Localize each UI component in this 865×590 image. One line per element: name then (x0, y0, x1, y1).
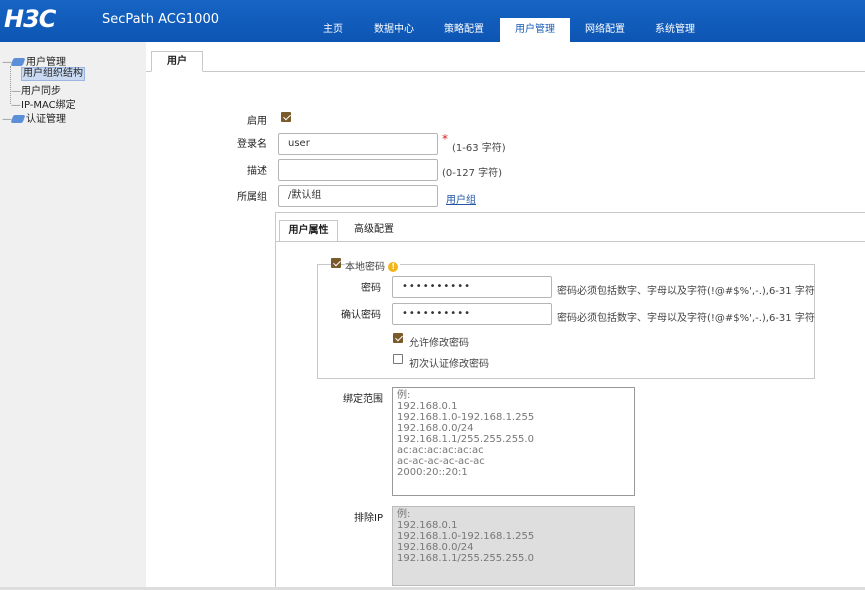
group-label: 所属组 (237, 192, 267, 203)
sidebar-item-ip-mac[interactable]: —IP-MAC绑定 (11, 96, 76, 111)
enable-label: 启用 (247, 116, 267, 127)
confirm-password-input[interactable]: •••••••••• (392, 303, 552, 325)
subtab-line (276, 241, 865, 242)
first-auth-change-label: 初次认证修改密码 (409, 359, 489, 370)
confirm-password-label: 确认密码 (341, 310, 381, 321)
sidebar-item-user-org[interactable]: 用户组织结构 (21, 67, 85, 81)
password-label: 密码 (361, 283, 381, 294)
nav-network-config[interactable]: 网络配置 (575, 18, 635, 42)
description-label: 描述 (247, 166, 267, 177)
sidebar-item-user-sync[interactable]: —用户同步 (11, 82, 61, 97)
tab-strip-line (146, 71, 865, 72)
description-input[interactable] (278, 159, 438, 181)
user-attributes-panel: 用户属性 高级配置 本地密码 ! 密码 •••••••••• 密码必须包括数字、… (275, 212, 865, 590)
first-auth-change-checkbox[interactable] (393, 354, 403, 364)
tab-user[interactable]: 用户 (151, 51, 203, 72)
password-input[interactable]: •••••••••• (392, 276, 552, 298)
exclude-ip-textarea[interactable]: 例: 192.168.0.1 192.168.1.0-192.168.1.255… (392, 506, 635, 586)
product-name: SecPath ACG1000 (102, 12, 219, 27)
bind-range-label: 绑定范围 (343, 394, 383, 405)
sidebar-group-user-management[interactable]: — 用户管理 (2, 53, 66, 68)
exclude-ip-label: 排除IP (354, 513, 383, 524)
login-name-hint: (1-63 字符) (452, 143, 506, 154)
subtab-user-attributes[interactable]: 用户属性 (279, 220, 338, 242)
nav-data-center[interactable]: 数据中心 (365, 18, 423, 42)
folder-icon (10, 115, 26, 123)
subtab-advanced-config[interactable]: 高级配置 (338, 220, 410, 242)
confirm-password-hint: 密码必须包括数字、字母以及字符(!@#$%',-.),6-31 字符 (557, 313, 815, 324)
sidebar-group-auth-management[interactable]: — 认证管理 (2, 110, 66, 125)
folder-icon (10, 58, 26, 66)
top-header: H3C SecPath ACG1000 主页 数据中心 策略配置 用户管理 网络… (0, 0, 865, 42)
user-group-link[interactable]: 用户组 (446, 191, 476, 206)
info-icon: ! (388, 262, 399, 272)
sidebar: — 用户管理 用户组织结构 —用户同步 —IP-MAC绑定 — 认证管理 (0, 42, 146, 590)
nav-system-management[interactable]: 系统管理 (645, 18, 705, 42)
login-name-label: 登录名 (237, 139, 267, 150)
allow-change-password-label: 允许修改密码 (409, 338, 469, 349)
tree-connector (10, 66, 11, 104)
login-name-input[interactable]: user (278, 133, 438, 155)
required-asterisk: * (442, 132, 448, 146)
local-password-checkbox[interactable] (331, 258, 341, 268)
nav-user-management[interactable]: 用户管理 (500, 18, 570, 42)
allow-change-password-checkbox[interactable] (393, 333, 403, 343)
enable-checkbox[interactable] (281, 112, 291, 122)
local-password-label: 本地密码 ! (345, 258, 401, 273)
bind-range-textarea[interactable]: 例: 192.168.0.1 192.168.1.0-192.168.1.255… (392, 387, 635, 496)
nav-home[interactable]: 主页 (308, 18, 358, 42)
nav-policy-config[interactable]: 策略配置 (435, 18, 493, 42)
main-content: 用户 启用 登录名 user * (1-63 字符) 描述 (0-127 字符)… (146, 42, 865, 590)
group-input[interactable]: /默认组 (278, 185, 438, 207)
description-hint: (0-127 字符) (442, 168, 503, 179)
h3c-logo: H3C (4, 5, 56, 33)
password-hint: 密码必须包括数字、字母以及字符(!@#$%',-.),6-31 字符 (557, 286, 815, 297)
